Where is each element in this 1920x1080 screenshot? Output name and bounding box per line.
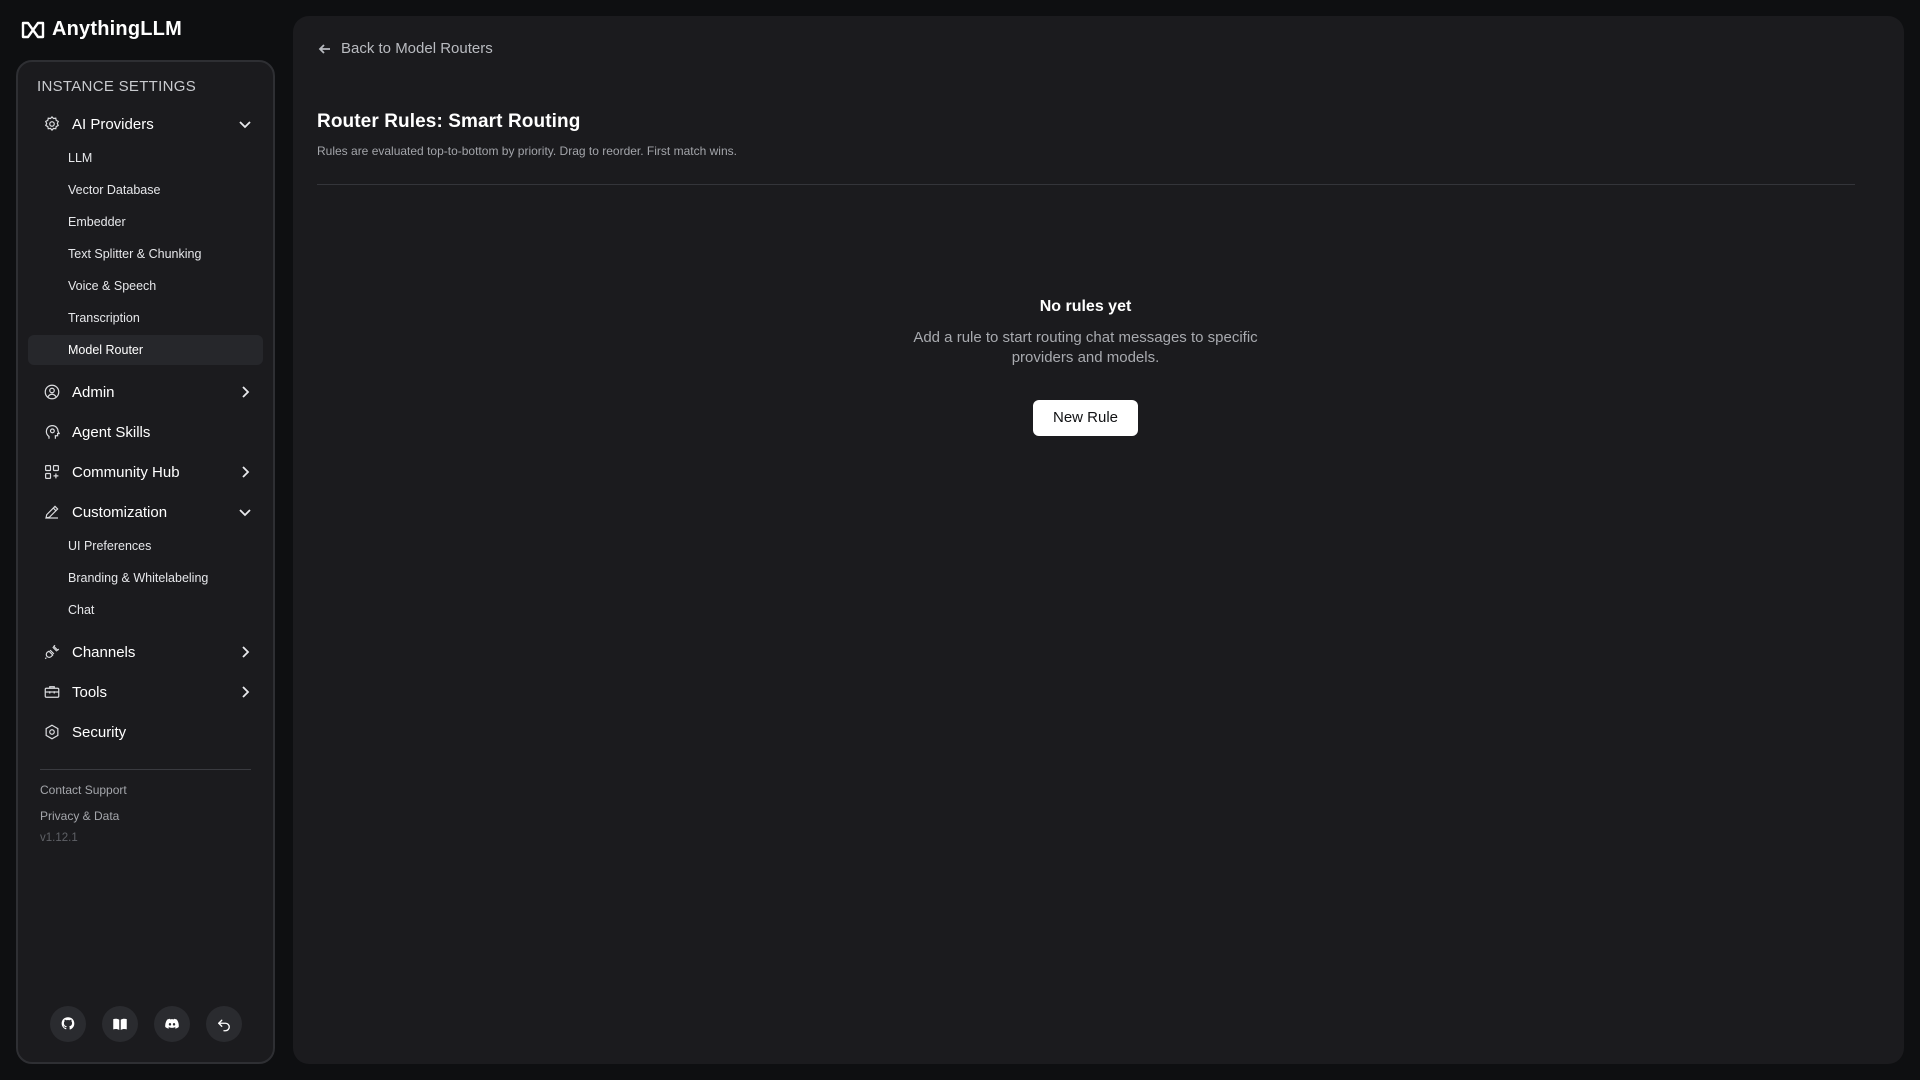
page-description: Rules are evaluated top-to-bottom by pri… bbox=[317, 144, 737, 158]
sidebar-subitem-ui-preferences[interactable]: UI Preferences bbox=[28, 531, 263, 561]
gear-icon bbox=[42, 114, 62, 134]
sidebar-subitem-branding[interactable]: Branding & Whitelabeling bbox=[28, 563, 263, 593]
chevron-right-icon bbox=[237, 384, 253, 400]
main-panel: Back to Model Routers Router Rules: Smar… bbox=[293, 16, 1904, 1064]
sidebar-item-label: Security bbox=[72, 723, 127, 741]
sidebar-subitem-chat[interactable]: Chat bbox=[28, 595, 263, 625]
arrow-left-icon bbox=[318, 43, 330, 54]
sidebar-item-label: Tools bbox=[72, 683, 108, 701]
chevron-right-icon bbox=[237, 464, 253, 480]
header-divider bbox=[317, 184, 1855, 185]
chevron-down-icon bbox=[237, 116, 253, 132]
grid-icon bbox=[42, 462, 62, 482]
new-rule-button[interactable]: New Rule bbox=[1032, 400, 1139, 436]
back-home-button[interactable] bbox=[206, 1006, 242, 1042]
sidebar-subitem-transcription[interactable]: Transcription bbox=[28, 303, 263, 333]
sidebar-item-label: Channels bbox=[72, 643, 136, 661]
sidebar-footer-icons bbox=[50, 1006, 242, 1042]
sidebar-item-ai-providers[interactable]: AI Providers bbox=[28, 108, 263, 140]
plug-icon bbox=[42, 642, 62, 662]
page-title: Router Rules: Smart Routing bbox=[317, 111, 581, 132]
sidebar-item-community-hub[interactable]: Community Hub bbox=[28, 456, 263, 488]
sidebar-item-tools[interactable]: Tools bbox=[28, 676, 263, 708]
discord-icon bbox=[165, 1018, 179, 1029]
anythingllm-logo-icon bbox=[21, 21, 45, 38]
sidebar-subitem-vector-database[interactable]: Vector Database bbox=[28, 175, 263, 205]
back-to-model-routers-link[interactable]: Back to Model Routers bbox=[317, 40, 493, 57]
sidebar-item-security[interactable]: Security bbox=[28, 716, 263, 748]
undo-arrow-icon bbox=[218, 1019, 230, 1032]
sidebar-item-label: Customization bbox=[72, 503, 168, 521]
empty-state: No rules yet Add a rule to start routing… bbox=[293, 298, 1878, 436]
empty-state-title: No rules yet bbox=[1039, 298, 1132, 315]
toolbox-icon bbox=[42, 682, 62, 702]
sidebar-subitem-voice-speech[interactable]: Voice & Speech bbox=[28, 271, 263, 301]
user-gear-icon bbox=[42, 382, 62, 402]
contact-support-link[interactable]: Contact Support bbox=[40, 783, 127, 797]
sidebar-subitem-model-router[interactable]: Model Router bbox=[28, 335, 263, 365]
chevron-right-icon bbox=[237, 644, 253, 660]
sidebar-subitem-embedder[interactable]: Embedder bbox=[28, 207, 263, 237]
discord-button[interactable] bbox=[154, 1006, 190, 1042]
chevron-right-icon bbox=[237, 684, 253, 700]
shield-icon bbox=[42, 722, 62, 742]
sidebar-item-label: Admin bbox=[72, 383, 115, 401]
sidebar-item-agent-skills[interactable]: Agent Skills bbox=[28, 416, 263, 448]
sidebar-divider bbox=[40, 769, 251, 770]
sidebar-item-label: Community Hub bbox=[72, 463, 180, 481]
github-button[interactable] bbox=[50, 1006, 86, 1042]
sidebar-subitem-llm[interactable]: LLM bbox=[28, 143, 263, 173]
sidebar-subitem-text-splitter[interactable]: Text Splitter & Chunking bbox=[28, 239, 263, 269]
privacy-data-link[interactable]: Privacy & Data bbox=[40, 809, 119, 823]
sidebar-item-admin[interactable]: Admin bbox=[28, 376, 263, 408]
empty-state-text: Add a rule to start routing chat message… bbox=[913, 329, 1258, 366]
sidebar-item-label: AI Providers bbox=[72, 115, 154, 133]
sidebar-heading: INSTANCE SETTINGS bbox=[37, 78, 197, 95]
github-icon bbox=[61, 1017, 75, 1030]
back-link-label: Back to Model Routers bbox=[341, 40, 493, 57]
sidebar-item-customization[interactable]: Customization bbox=[28, 496, 263, 528]
pencil-icon bbox=[42, 502, 62, 522]
version-label: v1.12.1 bbox=[40, 832, 78, 844]
app-name: AnythingLLM bbox=[52, 18, 182, 40]
book-open-icon bbox=[113, 1018, 127, 1030]
app-logo[interactable]: AnythingLLM bbox=[20, 18, 182, 41]
sidebar-item-label: Agent Skills bbox=[72, 423, 151, 441]
sidebar-item-channels[interactable]: Channels bbox=[28, 636, 263, 668]
docs-button[interactable] bbox=[102, 1006, 138, 1042]
chevron-down-icon bbox=[237, 504, 253, 520]
settings-sidebar: INSTANCE SETTINGS AI Providers LLM Vecto… bbox=[16, 60, 275, 1064]
agent-head-icon bbox=[42, 422, 62, 442]
